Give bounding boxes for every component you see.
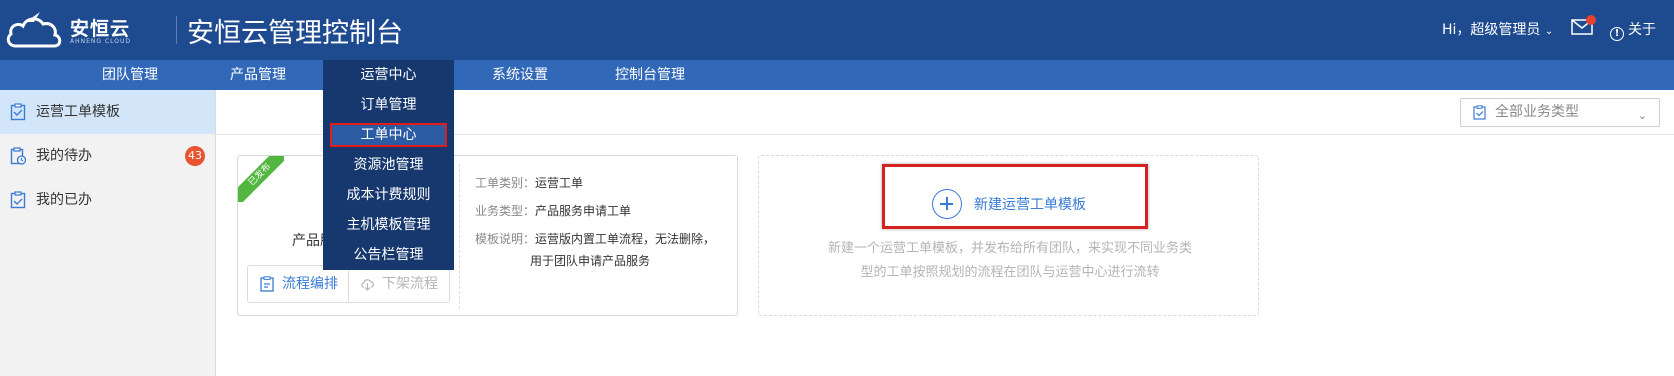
template-card: 已发布 产品服 流程编排 下架流程 工单类别：运营工单 业务类型：产品服务申请工… xyxy=(237,155,738,316)
menu-item-billing-rules[interactable]: 成本计费规则 xyxy=(323,180,454,210)
menu-item-host-templates[interactable]: 主机模板管理 xyxy=(323,210,454,240)
menu-item-resource-pool[interactable]: 资源池管理 xyxy=(323,150,454,180)
sidebar-item-my-done[interactable]: 我的已办 xyxy=(0,178,215,222)
description-line: 型的工单按照规划的流程在团队与运营中心进行流转 xyxy=(860,265,1160,280)
user-label: Hi，超级管理员 xyxy=(1442,22,1541,38)
flow-edit-button[interactable]: 流程编排 xyxy=(248,266,349,302)
nav-item-operations[interactable]: 运营中心 xyxy=(323,60,454,90)
info-row-description-cont: 用于团队申请产品服务 xyxy=(530,252,650,269)
new-template-label: 新建运营工单模板 xyxy=(974,197,1086,213)
todo-count-badge: 43 xyxy=(185,146,205,166)
cloud-logo-icon xyxy=(6,12,62,48)
logo[interactable]: 安恒云 AHNENG CLOUD xyxy=(4,6,134,52)
flow-offline-label: 下架流程 xyxy=(382,276,438,292)
nav-item-system-settings[interactable]: 系统设置 xyxy=(470,60,570,90)
info-row-description: 模板说明：运营版内置工单流程，无法删除， xyxy=(475,230,715,247)
clipboard-check-icon xyxy=(10,191,26,209)
description-line: 新建一个运营工单模板，并发布给所有团队，来实现不同业务类 xyxy=(827,241,1192,256)
main-nav: 团队管理 产品管理 运营中心 系统设置 控制台管理 xyxy=(0,60,1674,90)
info-key: 模板说明： xyxy=(475,232,536,246)
chevron-down-icon: ⌄ xyxy=(1637,109,1647,122)
sidebar-item-my-todo[interactable]: 我的待办 xyxy=(0,134,215,178)
info-key: 工单类别： xyxy=(475,176,536,190)
user-menu[interactable]: Hi，超级管理员 ⌄ xyxy=(1442,19,1553,39)
clipboard-clock-icon xyxy=(10,147,26,165)
menu-item-ticket-center[interactable]: 工单中心 xyxy=(330,123,447,147)
info-value: 产品服务申请工单 xyxy=(535,204,632,218)
nav-item-product[interactable]: 产品管理 xyxy=(208,60,308,90)
sidebar-item-label: 我的已办 xyxy=(36,192,92,208)
operations-dropdown-menu: 订单管理 工单中心 资源池管理 成本计费规则 主机模板管理 公告栏管理 xyxy=(323,90,454,270)
notification-dot xyxy=(1586,15,1596,25)
card-divider xyxy=(459,164,460,309)
menu-item-orders[interactable]: 订单管理 xyxy=(323,90,454,120)
app-title: 安恒云管理控制台 xyxy=(187,18,403,49)
sidebar-item-label: 我的待办 xyxy=(36,148,92,164)
new-template-button[interactable]: 新建运营工单模板 xyxy=(932,189,1086,221)
sidebar-item-label: 运营工单模板 xyxy=(36,104,120,120)
nav-item-console[interactable]: 控制台管理 xyxy=(600,60,700,90)
select-value: 全部业务类型 xyxy=(1495,104,1579,120)
chevron-down-icon: ⌄ xyxy=(1544,26,1554,37)
info-icon: ! xyxy=(1610,27,1624,41)
edit-flow-icon xyxy=(260,276,274,292)
status-badge: 已发布 xyxy=(238,156,284,202)
nav-item-team[interactable]: 团队管理 xyxy=(80,60,180,90)
clipboard-icon xyxy=(1473,105,1486,120)
info-row-category: 工单类别：运营工单 xyxy=(475,174,583,191)
info-row-business-type: 业务类型：产品服务申请工单 xyxy=(475,202,631,219)
info-value: 用于团队申请产品服务 xyxy=(530,254,651,268)
new-template-description: 新建一个运营工单模板，并发布给所有团队，来实现不同业务类 型的工单按照规划的流程… xyxy=(800,237,1220,285)
flow-offline-button[interactable]: 下架流程 xyxy=(350,266,450,302)
about-label: 关于 xyxy=(1628,22,1656,38)
info-key: 业务类型： xyxy=(475,204,536,218)
info-value: 运营版内置工单流程，无法删除， xyxy=(535,232,716,246)
logo-text: 安恒云 xyxy=(70,18,131,40)
about-link[interactable]: ! 关于 xyxy=(1610,19,1656,41)
cloud-download-icon xyxy=(361,279,374,291)
card-actions: 流程编排 下架流程 xyxy=(247,265,450,303)
plus-circle-icon xyxy=(932,189,962,219)
sidebar-item-ops-templates[interactable]: 运营工单模板 xyxy=(0,90,215,134)
business-type-select[interactable]: 全部业务类型 ⌄ xyxy=(1460,98,1660,127)
logo-subtext: AHNENG CLOUD xyxy=(70,38,131,45)
sidebar: 运营工单模板 我的待办 43 我的已办 xyxy=(0,90,216,376)
info-value: 运营工单 xyxy=(535,176,584,190)
clipboard-icon xyxy=(10,103,26,121)
title-divider xyxy=(176,16,177,44)
menu-item-bulletin[interactable]: 公告栏管理 xyxy=(323,240,454,270)
status-ribbon: 已发布 xyxy=(238,156,284,202)
flow-edit-label: 流程编排 xyxy=(282,276,338,292)
